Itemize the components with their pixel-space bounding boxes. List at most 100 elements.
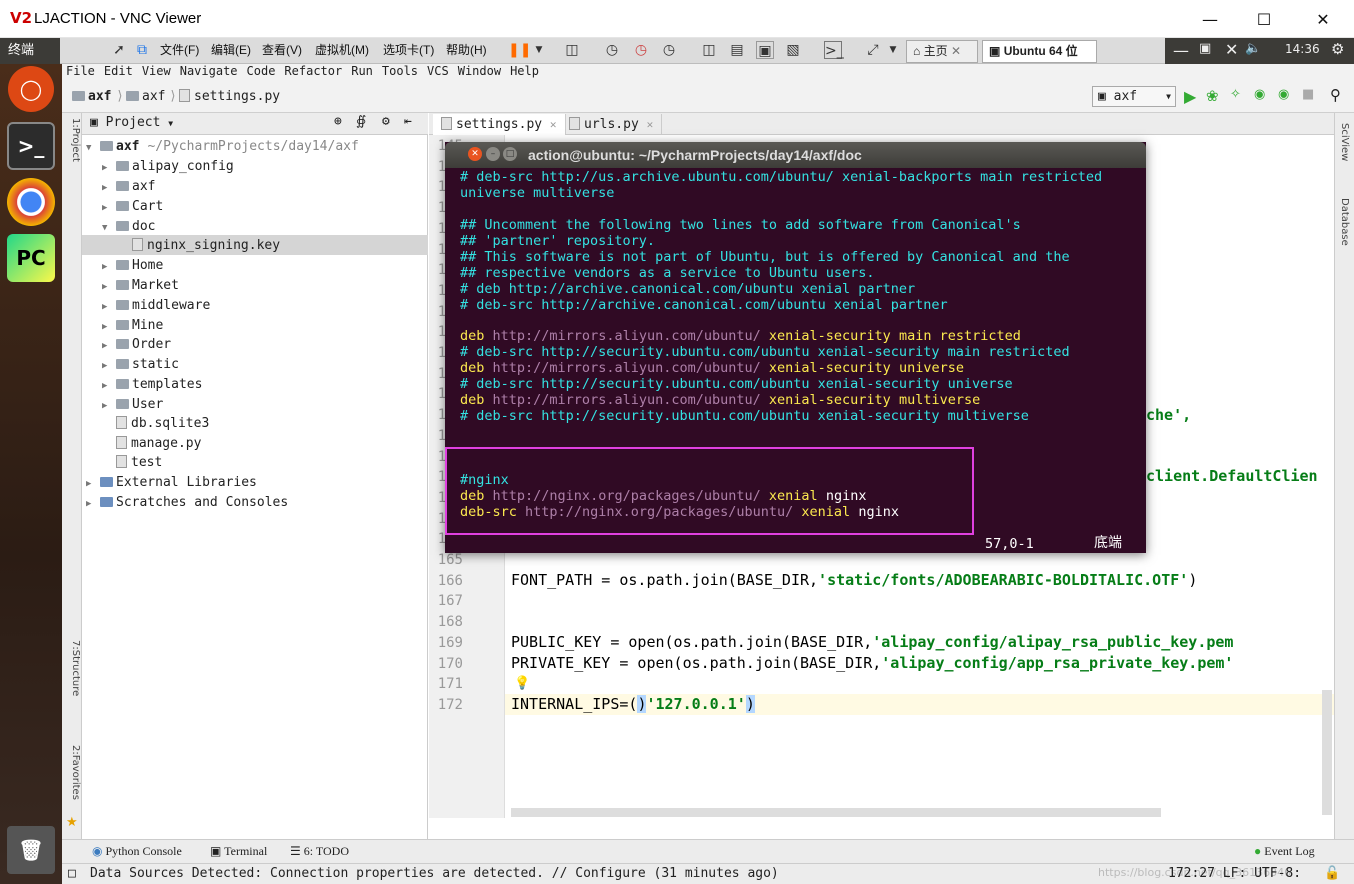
coverage-icon[interactable]: ✧ xyxy=(1230,87,1241,102)
chevron-down-icon[interactable]: ▼ xyxy=(884,41,902,59)
tab-home[interactable]: ⌂ 主页 ✕ xyxy=(906,40,978,63)
ubuntu-logo-icon[interactable]: ◯ xyxy=(8,66,54,112)
hide-panel-icon[interactable]: ⇤ xyxy=(404,114,412,129)
code-line-161[interactable]: client.DefaultClien xyxy=(1146,467,1318,485)
tree-item[interactable]: ▶ Scratches and Consoles xyxy=(86,493,288,512)
code-line-158[interactable]: che', xyxy=(1146,406,1191,424)
restore-window-icon[interactable]: ▣ xyxy=(1199,41,1211,56)
chevron-down-icon[interactable]: ▼ xyxy=(102,219,116,238)
terminal-icon[interactable]: >_ xyxy=(7,122,55,170)
status-bar-toggle-icon[interactable]: □ xyxy=(68,866,76,881)
menu-navigate[interactable]: Navigate xyxy=(180,64,238,78)
star-icon[interactable]: ★ xyxy=(66,815,78,830)
vm-menu-view[interactable]: 查看(V) xyxy=(262,41,302,58)
project-view-selector[interactable]: ▣ Project ▼ xyxy=(90,115,173,130)
run-icon[interactable]: ▶ xyxy=(1184,87,1196,106)
stop-icon[interactable]: ■ xyxy=(1302,87,1314,102)
fullscreen-icon[interactable]: ▣ xyxy=(756,41,774,59)
tree-item[interactable]: ▶ alipay_config xyxy=(102,157,234,176)
menu-window[interactable]: Window xyxy=(458,64,501,78)
tree-item[interactable]: ▶ Home xyxy=(102,256,163,275)
unity-icon[interactable]: ▧ xyxy=(784,41,802,59)
lightbulb-icon[interactable]: 💡 xyxy=(514,676,530,691)
chevron-right-icon[interactable]: ▶ xyxy=(102,199,116,218)
pycharm-icon[interactable]: PC xyxy=(7,234,55,282)
vm-menu-edit[interactable]: 编辑(E) xyxy=(211,41,251,58)
minimize-icon[interactable]: — xyxy=(1190,6,1230,32)
fullscreen-toggle-icon[interactable]: ⧉ xyxy=(133,41,151,59)
chevron-right-icon[interactable]: ▶ xyxy=(102,159,116,178)
breadcrumb-project[interactable]: axf xyxy=(72,89,111,104)
close-window-icon[interactable]: ✕ xyxy=(1225,40,1238,59)
tab-settings-py[interactable]: settings.py ✕ xyxy=(433,114,566,135)
code-line-170[interactable]: PRIVATE_KEY = open(os.path.join(BASE_DIR… xyxy=(511,654,1233,672)
chevron-right-icon[interactable]: ▶ xyxy=(102,258,116,277)
chevron-down-icon[interactable]: ▼ xyxy=(86,139,100,158)
status-cursor-encoding[interactable]: 172:27 LF: UTF-8: xyxy=(1168,866,1301,881)
tree-item[interactable]: nginx_signing.key xyxy=(118,236,280,255)
code-line-166[interactable]: FONT_PATH = os.path.join(BASE_DIR,'stati… xyxy=(511,571,1197,589)
tree-item[interactable]: test xyxy=(102,453,162,472)
gear-icon[interactable]: ⚙ xyxy=(382,114,390,129)
debug-icon[interactable]: ❀ xyxy=(1206,87,1219,105)
sync-icon[interactable]: ⊕ xyxy=(334,114,342,129)
thumbnail-view-icon[interactable]: ▤ xyxy=(728,41,746,59)
breadcrumb-file[interactable]: settings.py xyxy=(179,89,280,104)
chrome-icon[interactable] xyxy=(7,178,55,226)
menu-run[interactable]: Run xyxy=(351,64,373,78)
tab-urls-py[interactable]: urls.py ✕ xyxy=(561,114,663,135)
tree-item[interactable]: db.sqlite3 xyxy=(102,414,209,433)
event-log-button[interactable]: ● Event Log xyxy=(1254,844,1315,859)
scview-tool-icon[interactable]: SciView xyxy=(1339,123,1350,161)
close-icon[interactable]: ✕ xyxy=(468,147,482,161)
pause-icon[interactable]: ❚❚ xyxy=(508,41,531,59)
structure-tool-icon[interactable]: 7:Structure xyxy=(70,640,81,696)
search-icon[interactable]: ⚲ xyxy=(1330,86,1341,104)
code-line-172[interactable]: INTERNAL_IPS=()'127.0.0.1') xyxy=(511,695,755,713)
menu-tools[interactable]: Tools xyxy=(382,64,418,78)
sidebar-view-icon[interactable]: ◫ xyxy=(700,41,718,59)
tree-item[interactable]: ▶ External Libraries xyxy=(86,473,257,492)
gear-icon[interactable]: ⚙ xyxy=(1331,40,1344,58)
python-console-button[interactable]: ◉ Python Console xyxy=(92,844,182,859)
maximize-icon[interactable]: ☐ xyxy=(1244,6,1284,32)
chevron-right-icon[interactable]: ▶ xyxy=(102,278,116,297)
minimize-window-icon[interactable]: — xyxy=(1173,41,1189,60)
breadcrumb-package[interactable]: axf xyxy=(126,89,165,104)
volume-icon[interactable]: 🔈 xyxy=(1245,41,1261,56)
trash-icon[interactable]: 🗑 xyxy=(7,826,55,874)
menu-help[interactable]: Help xyxy=(510,64,539,78)
collapse-icon[interactable]: ∯ xyxy=(356,114,366,129)
send-keys-icon[interactable]: ◫ xyxy=(563,41,581,59)
tree-item[interactable]: ▼ doc xyxy=(102,217,155,236)
todo-button[interactable]: ☰ 6: TODO xyxy=(290,844,349,859)
vm-menu-help[interactable]: 帮助(H) xyxy=(446,41,487,58)
code-line-169[interactable]: PUBLIC_KEY = open(os.path.join(BASE_DIR,… xyxy=(511,633,1233,651)
profile-icon[interactable]: ◉ xyxy=(1254,87,1265,102)
vm-menu-vm[interactable]: 虚拟机(M) xyxy=(315,41,369,58)
database-tool-icon[interactable]: Database xyxy=(1339,198,1350,246)
minimize-icon[interactable]: – xyxy=(486,147,500,161)
chevron-right-icon[interactable]: ▶ xyxy=(102,357,116,376)
menu-view[interactable]: View xyxy=(142,64,171,78)
clock[interactable]: 14:36 xyxy=(1285,42,1320,56)
tab-ubuntu[interactable]: ▣ Ubuntu 64 位 ✕ xyxy=(982,40,1097,79)
close-icon[interactable]: ✕ xyxy=(1303,6,1343,32)
pin-icon[interactable]: ➚ xyxy=(110,41,128,59)
concurrency-icon[interactable]: ◉ xyxy=(1278,87,1289,102)
vm-menu-tabs[interactable]: 选项卡(T) xyxy=(383,41,434,58)
close-icon[interactable]: ✕ xyxy=(550,118,557,131)
project-tool-icon[interactable]: 1:Project xyxy=(70,118,81,162)
tree-item[interactable]: ▶ Market xyxy=(102,276,179,295)
lock-icon[interactable]: 🔓 xyxy=(1324,866,1340,881)
tree-item[interactable]: ▶ static xyxy=(102,355,179,374)
snapshot-manager-icon[interactable]: ◷ xyxy=(660,41,678,59)
run-config-select[interactable]: ▣ axf ▼ xyxy=(1092,86,1176,107)
chevron-right-icon[interactable]: ▶ xyxy=(102,298,116,317)
chevron-right-icon[interactable]: ▶ xyxy=(86,495,100,514)
snapshot-revert-icon[interactable]: ◷ xyxy=(632,41,650,59)
console-icon[interactable]: >_ xyxy=(824,41,844,59)
chevron-right-icon[interactable]: ▶ xyxy=(102,179,116,198)
horizontal-scrollbar[interactable] xyxy=(511,808,1161,817)
stretch-icon[interactable]: ⤢ xyxy=(864,41,882,59)
